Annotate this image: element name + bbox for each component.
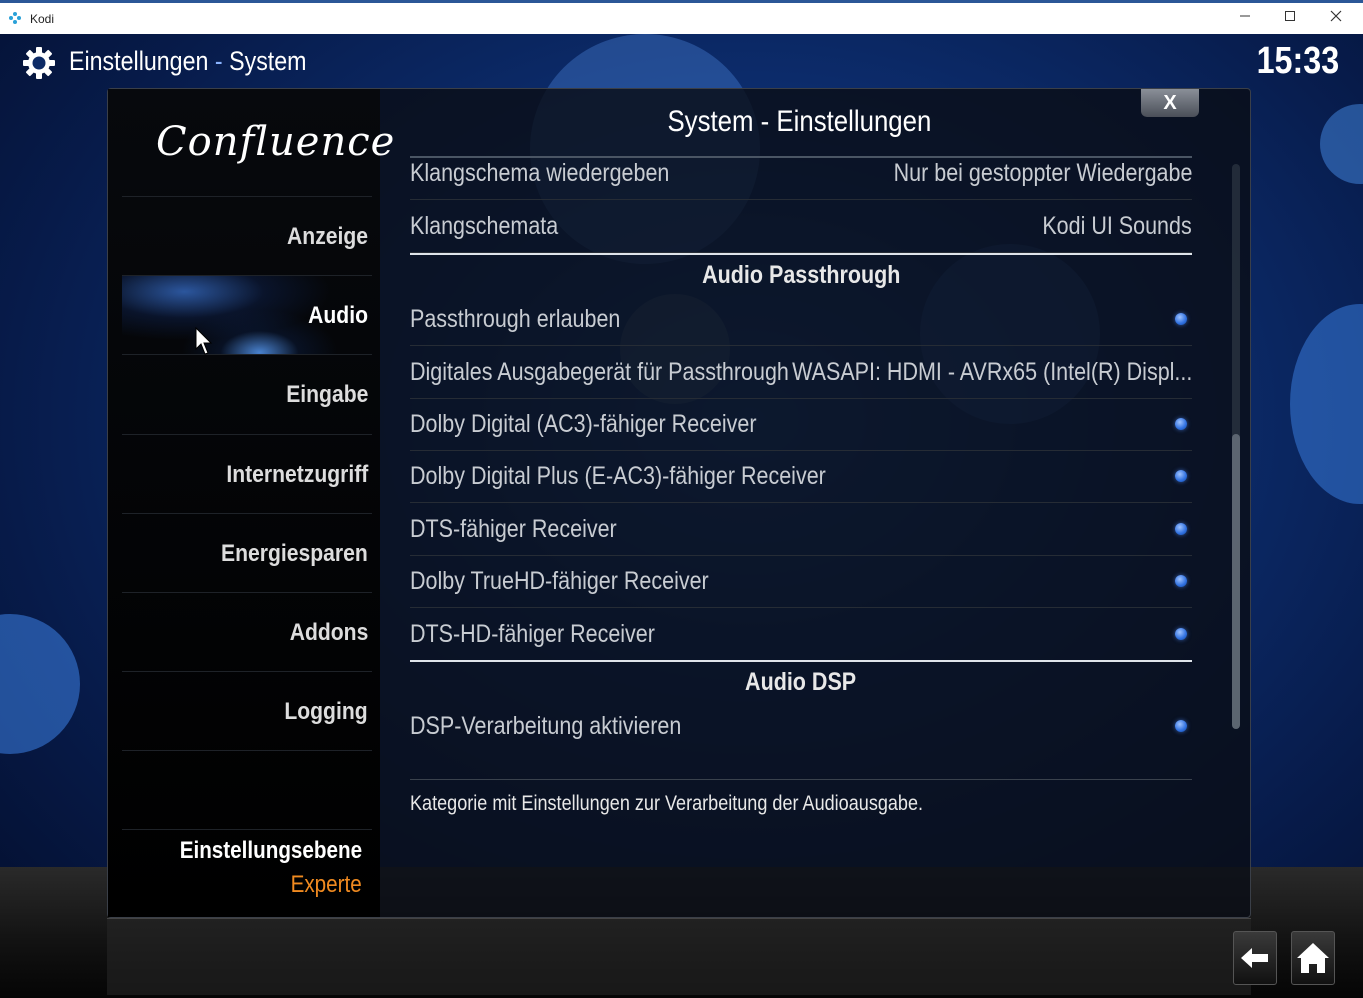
toggle-on-indicator[interactable]	[1175, 418, 1187, 430]
setting-label: Digitales Ausgabegerät für Passthrough	[410, 358, 789, 386]
divider	[122, 829, 372, 830]
scrollbar-thumb[interactable]	[1232, 434, 1240, 729]
scrollbar[interactable]	[1232, 164, 1240, 729]
background-bubble	[1290, 304, 1363, 504]
sidebar-item-anzeige[interactable]: Anzeige	[122, 196, 372, 275]
maximize-icon	[1285, 11, 1295, 21]
background-bubble	[0, 614, 80, 754]
setting-label: Dolby Digital (AC3)-fähiger Receiver	[410, 410, 757, 438]
home-button[interactable]	[1291, 931, 1335, 985]
page-title: Einstellungen - System	[69, 46, 307, 77]
setting-value: WASAPI: HDMI - AVRx65 (Intel(R) Displ...	[791, 358, 1192, 386]
toggle-on-indicator[interactable]	[1175, 575, 1187, 587]
setting-row-dsp-verarbeitung[interactable]: DSP-Verarbeitung aktivieren	[410, 700, 1192, 746]
sidebar-item-label: Addons	[289, 619, 368, 646]
header-section: Einstellungen	[69, 46, 209, 76]
gear-icon	[23, 47, 55, 79]
clock: 15:33	[1256, 40, 1339, 82]
dialog-title: System - Einstellungen	[667, 105, 931, 138]
setting-row-klangschema-wiedergeben[interactable]: Klangschema wiedergeben Nur bei gestoppt…	[410, 156, 1192, 200]
sidebar-item-internetzugriff[interactable]: Internetzugriff	[122, 434, 372, 513]
setting-label: Dolby TrueHD-fähiger Receiver	[410, 567, 709, 595]
setting-row-dolby-digital-ac3[interactable]: Dolby Digital (AC3)-fähiger Receiver	[410, 398, 1192, 451]
back-arrow-icon	[1241, 948, 1268, 968]
toggle-on-indicator[interactable]	[1175, 470, 1187, 482]
toggle-on-indicator[interactable]	[1175, 523, 1187, 535]
setting-row-dolby-digital-plus[interactable]: Dolby Digital Plus (E-AC3)-fähiger Recei…	[410, 450, 1192, 503]
kodi-stage: Einstellungen - System 15:33 Confluence …	[0, 34, 1363, 998]
settings-list: Klangschema wiedergeben Nur bei gestoppt…	[410, 156, 1192, 746]
maximize-button[interactable]	[1267, 3, 1313, 34]
sidebar-item-label: Audio	[308, 302, 368, 329]
setting-label: DTS-HD-fähiger Receiver	[410, 620, 655, 648]
toggle-on-indicator[interactable]	[1175, 720, 1187, 732]
bottom-bar	[107, 918, 1251, 995]
minimize-icon	[1240, 15, 1250, 17]
mouse-cursor-icon	[195, 327, 213, 355]
confluence-logo: Confluence	[156, 119, 396, 165]
setting-row-dts-hd[interactable]: DTS-HD-fähiger Receiver	[410, 608, 1192, 661]
kodi-app-icon	[9, 12, 21, 24]
setting-row-klangschemata[interactable]: Klangschemata Kodi UI Sounds	[410, 200, 1192, 253]
settings-content: System - Einstellungen X Klangschema wie…	[380, 89, 1240, 917]
settings-sidebar: Confluence Anzeige Audio Eingabe Interne…	[108, 89, 394, 917]
sidebar-item-label: Energiesparen	[221, 540, 368, 567]
setting-label: Passthrough erlauben	[410, 305, 621, 333]
window-titlebar: Kodi	[0, 0, 1363, 34]
sidebar-item-label: Anzeige	[287, 223, 368, 250]
setting-description: Kategorie mit Einstellungen zur Verarbei…	[410, 792, 924, 815]
background-bubble	[1320, 104, 1363, 184]
settings-dialog: Confluence Anzeige Audio Eingabe Interne…	[107, 88, 1251, 918]
section-header-audio-dsp: Audio DSP	[410, 660, 1192, 702]
setting-row-passthrough-erlauben[interactable]: Passthrough erlauben	[410, 293, 1192, 346]
setting-label: DTS-fähiger Receiver	[410, 515, 617, 543]
window-close-button[interactable]	[1313, 3, 1359, 34]
sidebar-item-label: Logging	[284, 698, 368, 725]
setting-label: Klangschemata	[410, 212, 559, 240]
setting-value: Kodi UI Sounds	[1042, 212, 1192, 240]
header-subsection: System	[229, 46, 307, 76]
sidebar-item-label: Internetzugriff	[226, 461, 368, 488]
setting-row-dolby-truehd[interactable]: Dolby TrueHD-fähiger Receiver	[410, 555, 1192, 608]
settings-level-button[interactable]: Einstellungsebene	[180, 837, 362, 865]
setting-label: DSP-Verarbeitung aktivieren	[410, 712, 682, 740]
toggle-on-indicator[interactable]	[1175, 313, 1187, 325]
toggle-on-indicator[interactable]	[1175, 628, 1187, 640]
back-button[interactable]	[1233, 931, 1277, 985]
header-separator: -	[214, 46, 223, 76]
setting-row-passthrough-device[interactable]: Digitales Ausgabegerät für Passthrough W…	[410, 346, 1192, 399]
setting-label: Dolby Digital Plus (E-AC3)-fähiger Recei…	[410, 462, 826, 490]
divider	[410, 779, 1192, 780]
divider	[122, 750, 372, 751]
settings-level-value: Experte	[290, 871, 362, 898]
dialog-close-button[interactable]: X	[1141, 89, 1199, 117]
window-title: Kodi	[30, 12, 55, 26]
sidebar-item-energiesparen[interactable]: Energiesparen	[122, 513, 372, 592]
setting-label: Klangschema wiedergeben	[410, 159, 670, 187]
home-icon	[1297, 943, 1329, 973]
minimize-button[interactable]	[1222, 3, 1268, 34]
sidebar-item-label: Eingabe	[285, 381, 368, 408]
sidebar-item-eingabe[interactable]: Eingabe	[122, 354, 372, 433]
sidebar-item-audio[interactable]: Audio	[122, 275, 372, 354]
sidebar-item-addons[interactable]: Addons	[122, 592, 372, 671]
section-header-audio-passthrough: Audio Passthrough	[410, 253, 1192, 295]
sidebar-item-logging[interactable]: Logging	[122, 671, 372, 750]
close-icon	[1330, 10, 1342, 22]
setting-value: Nur bei gestoppter Wiedergabe	[893, 159, 1192, 187]
setting-row-dts[interactable]: DTS-fähiger Receiver	[410, 503, 1192, 556]
